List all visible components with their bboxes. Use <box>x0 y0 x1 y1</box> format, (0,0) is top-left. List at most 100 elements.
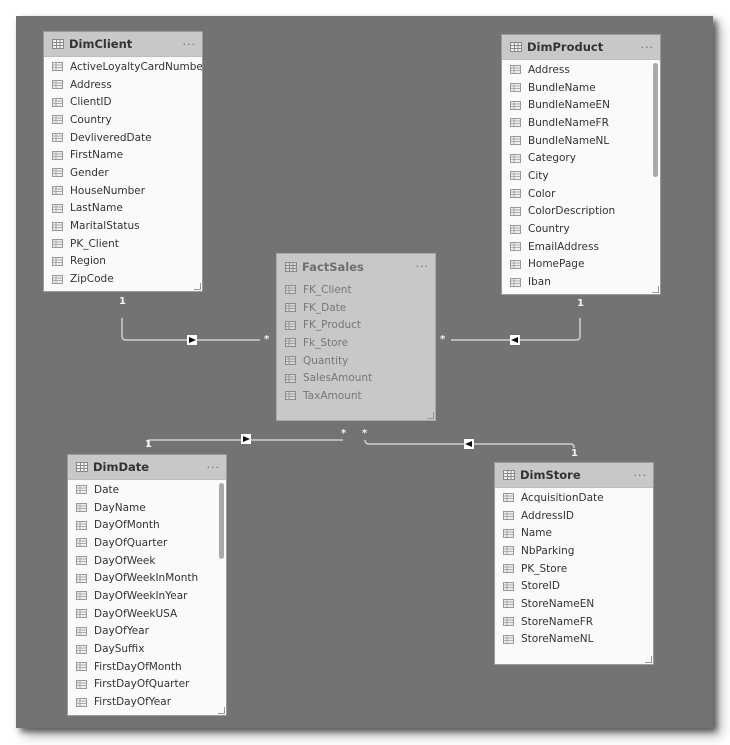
column-icon <box>52 97 63 107</box>
column-item[interactable]: Address <box>44 76 202 94</box>
table-factsales[interactable]: FactSales ··· FK_Client FK_Date FK_Product… <box>276 253 436 421</box>
column-item[interactable]: Name <box>495 524 653 542</box>
scrollbar[interactable] <box>653 63 658 177</box>
column-item[interactable]: ClientID <box>44 93 202 111</box>
column-item[interactable]: BundleNameEN <box>502 96 660 114</box>
column-item[interactable]: FK_Product <box>277 316 435 334</box>
more-options-button[interactable]: ··· <box>207 461 221 474</box>
column-item[interactable]: PK_Store <box>495 560 653 578</box>
column-icon <box>76 573 87 583</box>
column-item[interactable]: SalesAmount <box>277 369 435 387</box>
column-icon <box>76 644 87 654</box>
column-item[interactable]: ZipCode <box>44 270 202 288</box>
column-item[interactable]: BundleNameFR <box>502 114 660 132</box>
column-icon <box>76 520 87 530</box>
column-item[interactable]: BundleNameNL <box>502 132 660 150</box>
column-item[interactable]: DayName <box>68 499 226 517</box>
column-item[interactable]: AcquisitionDate <box>495 489 653 507</box>
column-list: FK_Client FK_Date FK_Product Fk_Store Quanti… <box>277 279 435 405</box>
column-item[interactable]: City <box>502 167 660 185</box>
table-dimproduct[interactable]: DimProduct ··· Address BundleName BundleNa… <box>501 34 661 295</box>
resize-handle[interactable] <box>645 656 652 663</box>
column-item[interactable]: Date <box>68 481 226 499</box>
column-item[interactable]: ColorDescription <box>502 203 660 221</box>
column-item[interactable]: FirstDayOfQuarter <box>68 676 226 694</box>
table-dimdate[interactable]: DimDate ··· Date DayName DayOfMonth DayOfQu… <box>67 454 227 716</box>
column-item[interactable]: DayOfWeekUSA <box>68 605 226 623</box>
column-item[interactable]: MaritalStatus <box>44 217 202 235</box>
table-header[interactable]: DimDate ··· <box>68 455 226 480</box>
more-options-button[interactable]: ··· <box>183 38 197 51</box>
column-icon <box>52 274 63 284</box>
column-name: DayOfWeekInYear <box>94 589 188 602</box>
column-item[interactable]: ActiveLoyaltyCardNumber <box>44 58 202 76</box>
column-item[interactable]: Region <box>44 253 202 271</box>
more-options-button[interactable]: ··· <box>634 469 648 482</box>
column-item[interactable]: Country <box>44 111 202 129</box>
table-title: DimStore <box>520 468 581 482</box>
column-item[interactable]: EmailAddress <box>502 238 660 256</box>
resize-handle[interactable] <box>652 286 659 293</box>
column-name: Quantity <box>303 354 349 367</box>
column-item[interactable]: FirstDayOfYear <box>68 693 226 711</box>
column-item[interactable]: DayOfQuarter <box>68 534 226 552</box>
column-name: BundleName <box>528 81 596 94</box>
more-options-button[interactable]: ··· <box>416 260 430 273</box>
column-name: Name <box>521 527 552 540</box>
column-item[interactable]: DevliveredDate <box>44 129 202 147</box>
column-item[interactable]: DayOfYear <box>68 623 226 641</box>
column-item[interactable]: PK_Client <box>44 235 202 253</box>
table-header[interactable]: FactSales ··· <box>277 254 435 279</box>
table-header[interactable]: DimProduct ··· <box>502 35 660 60</box>
column-item[interactable]: StoreNameEN <box>495 595 653 613</box>
column-item[interactable]: DayOfWeek <box>68 552 226 570</box>
column-item[interactable]: DayOfWeekInMonth <box>68 569 226 587</box>
column-item[interactable]: Fk_Store <box>277 334 435 352</box>
column-icon <box>503 493 514 503</box>
column-item[interactable]: HomePage <box>502 256 660 274</box>
cardinality-one: 1 <box>119 296 126 307</box>
column-item[interactable]: NbParking <box>495 542 653 560</box>
column-item[interactable]: StoreNameNL <box>495 631 653 649</box>
column-item[interactable]: LastName <box>44 200 202 218</box>
column-name: ZipCode <box>70 273 114 286</box>
table-dimstore[interactable]: DimStore ··· AcquisitionDate AddressID Nam… <box>494 462 654 665</box>
table-header[interactable]: DimStore ··· <box>495 463 653 488</box>
scrollbar[interactable] <box>219 483 224 559</box>
column-item[interactable]: Iban <box>502 273 660 291</box>
column-item[interactable]: TaxAmount <box>277 387 435 405</box>
column-icon <box>510 153 521 163</box>
table-header[interactable]: DimClient ··· <box>44 32 202 57</box>
resize-handle[interactable] <box>218 707 225 714</box>
column-item[interactable]: DaySuffix <box>68 640 226 658</box>
column-item[interactable]: FK_Date <box>277 299 435 317</box>
column-name: TaxAmount <box>303 389 362 402</box>
resize-handle[interactable] <box>427 412 434 419</box>
column-item[interactable]: AddressID <box>495 507 653 525</box>
more-options-button[interactable]: ··· <box>641 41 655 54</box>
table-dimclient[interactable]: DimClient ··· ActiveLoyaltyCardNumber Add… <box>43 31 203 292</box>
column-item[interactable]: DayOfWeekInYear <box>68 587 226 605</box>
column-icon <box>510 189 521 199</box>
column-name: PK_Client <box>70 237 119 250</box>
column-item[interactable]: FK_Client <box>277 281 435 299</box>
column-name: PK_Store <box>521 562 568 575</box>
column-list: Date DayName DayOfMonth DayOfQuarter DayOfWe… <box>68 480 226 711</box>
column-item[interactable]: Gender <box>44 164 202 182</box>
column-name: MaritalStatus <box>70 220 140 233</box>
column-icon <box>76 503 87 513</box>
column-item[interactable]: DayOfMonth <box>68 516 226 534</box>
column-item[interactable]: Color <box>502 185 660 203</box>
column-icon <box>76 679 87 689</box>
column-item[interactable]: Address <box>502 61 660 79</box>
column-item[interactable]: Category <box>502 149 660 167</box>
column-item[interactable]: Country <box>502 220 660 238</box>
column-item[interactable]: Quantity <box>277 352 435 370</box>
column-item[interactable]: StoreID <box>495 577 653 595</box>
column-item[interactable]: HouseNumber <box>44 182 202 200</box>
column-item[interactable]: FirstName <box>44 146 202 164</box>
resize-handle[interactable] <box>194 283 201 290</box>
column-item[interactable]: FirstDayOfMonth <box>68 658 226 676</box>
column-item[interactable]: BundleName <box>502 79 660 97</box>
column-item[interactable]: StoreNameFR <box>495 613 653 631</box>
